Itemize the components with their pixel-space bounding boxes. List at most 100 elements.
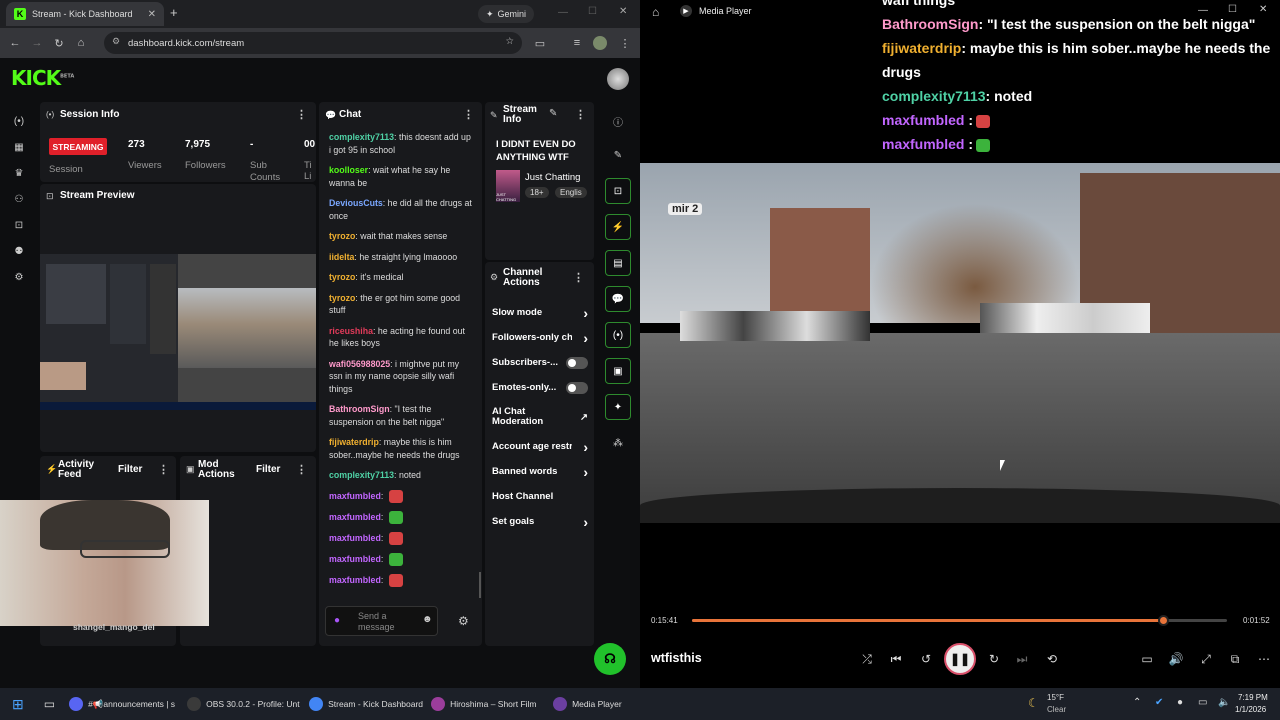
maximize-button[interactable]: ☐ (588, 6, 597, 17)
chat-username[interactable]: maxfumbled (329, 533, 381, 543)
taskbar-app[interactable]: Hiroshima – Short Film (425, 688, 547, 720)
category-name[interactable]: Just Chatting (525, 172, 580, 183)
new-tab-button[interactable]: + (170, 5, 178, 20)
stream-info-menu-icon[interactable]: ⋮ (575, 108, 586, 121)
activity-filter-button[interactable]: Filter (118, 464, 142, 475)
support-button[interactable]: ☊ (594, 643, 626, 675)
tab-search-icon[interactable]: ≡ (566, 32, 588, 54)
clip-icon[interactable]: ⊡ (605, 178, 631, 204)
home-icon[interactable]: ⌂ (70, 32, 92, 54)
edit-stream-icon[interactable]: ✎ (549, 108, 557, 119)
repeat-off-icon[interactable]: ⟲ (1042, 649, 1062, 669)
channel-action-item[interactable]: Emotes-only... (492, 375, 588, 400)
forward-icon[interactable]: → (26, 32, 48, 54)
mod-filter-button[interactable]: Filter (256, 464, 280, 475)
taskbar-app[interactable]: #📢announcements | s (63, 688, 181, 720)
edit-icon[interactable]: ✎ (605, 142, 631, 168)
preview-video[interactable] (40, 254, 316, 410)
fast-forward-icon[interactable]: ↻ (984, 649, 1004, 669)
chat-username[interactable]: DeviousCuts (329, 198, 383, 208)
miniplayer-icon[interactable]: ⧉ (1225, 649, 1245, 669)
taskbar-app[interactable]: Stream - Kick Dashboard (303, 688, 425, 720)
chat-toggle-icon[interactable]: 💬 (605, 286, 631, 312)
back-icon[interactable]: ← (4, 32, 26, 54)
settings-nav-icon[interactable]: ⚙ (6, 264, 32, 290)
chat-username[interactable]: wafi056988025 (329, 359, 390, 369)
activity-menu-icon[interactable]: ⋮ (158, 463, 169, 476)
file-explorer-button[interactable]: ▭ (36, 688, 63, 720)
kick-logo[interactable]: KICKBETA (11, 66, 74, 90)
minimize-button[interactable]: — (558, 7, 568, 18)
bookmark-star-icon[interactable]: ☆ (505, 36, 514, 47)
tray-app-icon[interactable]: ✔ (1155, 697, 1163, 708)
emoji-icon[interactable]: ☻ (422, 614, 433, 625)
rewind-icon[interactable]: ↺ (916, 649, 936, 669)
moderation-nav-icon[interactable]: ⊡ (6, 212, 32, 238)
raid-icon[interactable]: ⚡ (605, 214, 631, 240)
install-app-icon[interactable]: ▭ (529, 32, 551, 54)
channel-action-item[interactable]: AI Chat Moderation ↗ (492, 400, 588, 434)
session-info-menu-icon[interactable]: ⋮ (296, 108, 307, 121)
captions-icon[interactable]: ▭ (1137, 649, 1157, 669)
browser-menu-icon[interactable]: ⋮ (614, 32, 636, 54)
chat-username[interactable]: maxfumbled (329, 554, 381, 564)
seek-bar[interactable] (692, 615, 1227, 626)
toggle-switch[interactable] (565, 381, 588, 394)
clock-date[interactable]: 1/1/2026 (1235, 705, 1266, 714)
media-icon[interactable]: ▣ (605, 358, 631, 384)
tools-icon[interactable]: ✦ (605, 394, 631, 420)
more-actions-icon[interactable]: ⁂ (605, 430, 631, 456)
mic-tray-icon[interactable]: ● (1177, 697, 1183, 708)
next-icon[interactable]: ⏭ (1012, 649, 1032, 669)
clock-time[interactable]: 7:19 PM (1238, 693, 1268, 702)
chat-username[interactable]: complexity7113 (329, 470, 394, 480)
chat-username[interactable]: iidelta (329, 252, 354, 262)
chat-username[interactable]: koolloser (329, 165, 368, 175)
channel-action-item[interactable]: Account age restr › (492, 434, 588, 459)
broadcast-icon[interactable]: (•) (605, 322, 631, 348)
chat-username[interactable]: tyrozo (329, 231, 355, 241)
channel-actions-menu-icon[interactable]: ⋮ (573, 271, 584, 284)
player-more-icon[interactable]: ⋯ (1254, 649, 1274, 669)
tray-chevron-icon[interactable]: ⌃ (1133, 697, 1141, 708)
chat-username[interactable]: maxfumbled (329, 575, 381, 585)
community-nav-icon[interactable]: ⚇ (6, 186, 32, 212)
info-icon[interactable]: ⓘ (605, 108, 631, 134)
user-avatar[interactable] (607, 68, 629, 90)
video-frame[interactable]: mir 2 (640, 163, 1280, 523)
channel-action-item[interactable]: Host Channel (492, 484, 588, 509)
users-nav-icon[interactable]: ⚉ (6, 238, 32, 264)
chat-menu-icon[interactable]: ⋮ (463, 108, 474, 121)
channel-action-item[interactable]: Subscribers-... (492, 350, 588, 375)
chat-username[interactable]: tyrozo (329, 272, 355, 282)
address-bar[interactable]: ⚙ dashboard.kick.com/stream ☆ (104, 32, 522, 54)
taskbar-app[interactable]: OBS 30.0.2 - Profile: Unt (181, 688, 303, 720)
seek-bar-handle[interactable] (1157, 615, 1169, 626)
channel-action-item[interactable]: Slow mode › (492, 300, 588, 325)
fullscreen-icon[interactable]: ⤢ (1196, 649, 1216, 669)
taskbar-app[interactable]: Media Player (547, 688, 669, 720)
player-home-icon[interactable]: ⌂ (652, 5, 659, 19)
channel-action-item[interactable]: Set goals › (492, 509, 588, 534)
channel-action-item[interactable]: Followers-only ch › (492, 325, 588, 350)
achievements-nav-icon[interactable]: ♛ (6, 160, 32, 186)
chat-username[interactable]: tyrozo (329, 293, 355, 303)
chat-username[interactable]: fijiwaterdrip (329, 437, 379, 447)
tab-kick-dashboard[interactable]: K Stream - Kick Dashboard ✕ (6, 2, 164, 26)
profile-avatar[interactable] (593, 36, 607, 50)
mic-icon[interactable]: ● (334, 615, 340, 626)
close-window-button[interactable]: ✕ (619, 6, 627, 17)
chat-settings-icon[interactable]: ⚙ (458, 614, 469, 628)
notes-icon[interactable]: ▤ (605, 250, 631, 276)
mod-menu-icon[interactable]: ⋮ (296, 463, 307, 476)
chat-username[interactable]: maxfumbled (329, 491, 381, 501)
volume-icon[interactable]: 🔊 (1166, 649, 1186, 669)
chat-scrollbar[interactable] (479, 572, 481, 598)
chat-username[interactable]: BathroomSign (329, 404, 390, 414)
pause-button[interactable]: ❚❚ (944, 643, 976, 675)
chat-username[interactable]: riceushiha (329, 326, 373, 336)
tab-close-icon[interactable]: ✕ (148, 9, 156, 20)
chat-input[interactable]: ● Send a message ☻ (325, 606, 438, 636)
stream-nav-icon[interactable]: (•) (6, 108, 32, 134)
chat-username[interactable]: complexity7113 (329, 132, 394, 142)
